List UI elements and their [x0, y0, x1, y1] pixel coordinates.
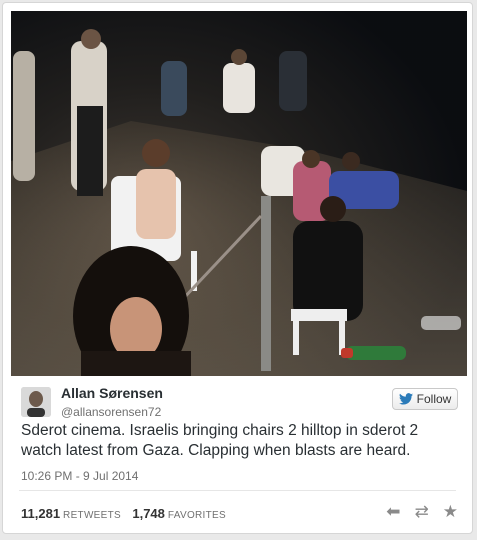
retweet-icon[interactable]: ⇄	[415, 502, 429, 522]
tweet-stats: 11,281 RETWEETS 1,748 FAVORITES	[21, 506, 234, 521]
retweets-count[interactable]: 11,281	[21, 506, 60, 521]
reply-icon[interactable]: ⬅	[386, 502, 400, 522]
follow-button[interactable]: Follow	[392, 388, 458, 410]
stats-divider	[19, 490, 456, 491]
tweet-text: Sderot cinema. Israelis bringing chairs …	[21, 422, 419, 459]
star-icon[interactable]: ★	[443, 502, 458, 522]
favorites-count[interactable]: 1,748	[132, 506, 165, 521]
author-avatar[interactable]	[21, 387, 51, 417]
follow-label: Follow	[416, 392, 452, 406]
avatar-image	[21, 387, 51, 417]
retweets-label[interactable]: RETWEETS	[63, 510, 121, 521]
tweet-actions: ⬅ ⇄ ★	[386, 502, 458, 522]
favorites-label[interactable]: FAVORITES	[168, 510, 226, 521]
tweet-header: Allan Sørensen @allansorensen72 Follow	[21, 381, 460, 421]
tweet-photo[interactable]	[11, 11, 467, 376]
night-hilltop-photo	[11, 11, 467, 376]
tweet-timestamp[interactable]: 10:26 PM - 9 Jul 2014	[21, 469, 138, 483]
tweet-card: Allan Sørensen @allansorensen72 Follow S…	[2, 2, 473, 534]
twitter-bird-icon	[398, 393, 413, 405]
author-handle[interactable]: @allansorensen72	[61, 405, 161, 419]
author-name[interactable]: Allan Sørensen	[61, 385, 163, 401]
